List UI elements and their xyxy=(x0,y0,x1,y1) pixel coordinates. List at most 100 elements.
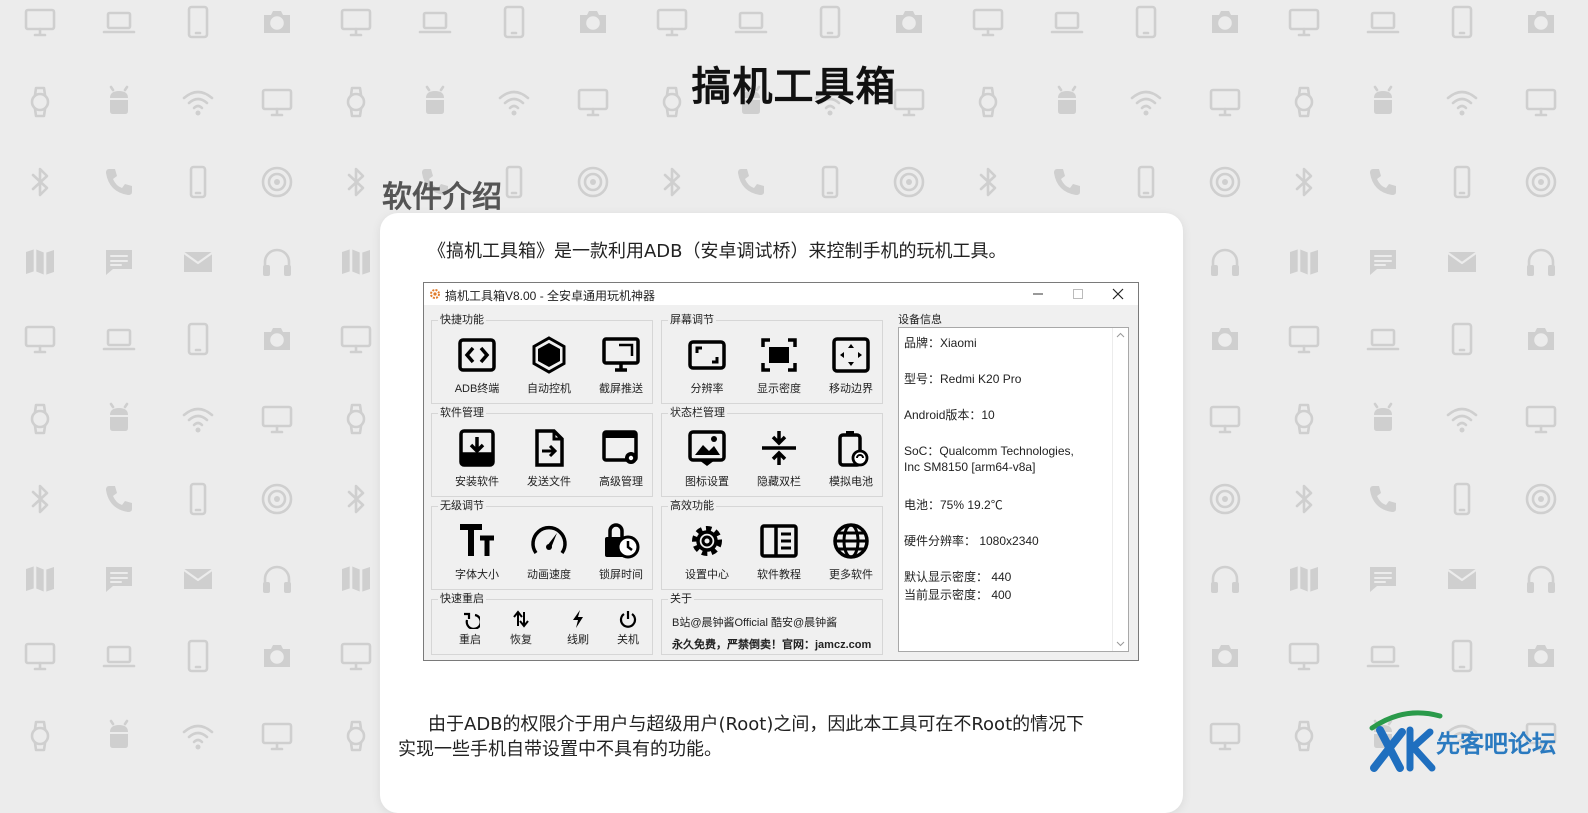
tool-label: 设置中心 xyxy=(685,569,729,581)
camera-icon xyxy=(1207,321,1243,357)
tablet-icon xyxy=(1444,4,1480,40)
tool-button-3-1[interactable]: 隐藏双栏 xyxy=(746,428,812,488)
section-title: 软件介绍 xyxy=(382,180,502,215)
tool-button-2-2[interactable]: 高级管理 xyxy=(588,428,654,488)
wifi-icon xyxy=(180,718,216,754)
group-quick-reboot: 快速重启 重启 恢复 线刷 关机 xyxy=(431,592,653,655)
tool-button-5-2[interactable]: 更多软件 xyxy=(818,521,884,581)
close-button[interactable] xyxy=(1098,283,1138,305)
reboot-label: 线刷 xyxy=(567,634,589,646)
group-label: 软件管理 xyxy=(438,406,486,420)
group-2: 软件管理安装软件 发送文件 高级管理 xyxy=(431,406,654,497)
group-4: 无级调节 字体大小 动画速度 锁屏时间 xyxy=(431,499,654,590)
tool-button-2-1[interactable]: 发送文件 xyxy=(516,428,582,488)
mobile-icon xyxy=(1444,481,1480,517)
nfc-icon xyxy=(1523,481,1559,517)
tool-label: 高级管理 xyxy=(599,476,643,488)
bluetooth-icon xyxy=(654,164,690,200)
tool-label: 隐藏双栏 xyxy=(757,476,801,488)
tablet-icon xyxy=(812,4,848,40)
headphones-icon xyxy=(1207,561,1243,597)
android-icon xyxy=(101,718,137,754)
tablet-icon xyxy=(180,4,216,40)
map-icon xyxy=(338,561,374,597)
tool-button-5-1[interactable]: 软件教程 xyxy=(746,521,812,581)
monitor-icon xyxy=(1207,401,1243,437)
install-icon xyxy=(457,428,497,468)
tool-label: 字体大小 xyxy=(455,569,499,581)
laptop-icon xyxy=(1365,321,1401,357)
body-line-2: 实现一些手机自带设置中不具有的功能。 xyxy=(398,739,722,760)
tablet-icon xyxy=(180,638,216,674)
laptop-icon xyxy=(101,638,137,674)
tool-button-0-0[interactable]: ADB终端 xyxy=(444,335,510,395)
chat-icon xyxy=(1365,561,1401,597)
bluetooth-icon xyxy=(22,164,58,200)
nfc-icon xyxy=(891,164,927,200)
device-info-scrollbar[interactable] xyxy=(1112,328,1128,651)
tool-button-3-0[interactable]: 图标设置 xyxy=(674,428,740,488)
tool-label: 分辨率 xyxy=(690,383,724,395)
camera-icon xyxy=(891,4,927,40)
collapse-icon xyxy=(759,428,799,468)
minimize-button[interactable] xyxy=(1018,283,1058,305)
monitor-icon xyxy=(1207,718,1243,754)
tool-button-2-0[interactable]: 安装软件 xyxy=(444,428,510,488)
device-battery: 电池：75% 19.2℃ xyxy=(904,498,1003,512)
laptop-icon xyxy=(1049,4,1085,40)
tool-button-5-0[interactable]: 设置中心 xyxy=(674,521,740,581)
speedometer-icon xyxy=(529,521,569,561)
device-default-density: 默认显示密度： 440 xyxy=(904,570,1012,584)
wifi-icon xyxy=(1444,401,1480,437)
device-current-density: 当前显示密度： 400 xyxy=(904,588,1012,602)
watch-icon xyxy=(22,718,58,754)
tool-button-3-2[interactable]: 模拟电池 xyxy=(818,428,884,488)
tool-button-1-0[interactable]: 分辨率 xyxy=(674,335,740,395)
camera-icon xyxy=(1523,321,1559,357)
reboot-button-1[interactable]: 恢复 xyxy=(501,609,541,649)
headphones-icon xyxy=(259,561,295,597)
tablet-icon xyxy=(496,4,532,40)
font-size-icon xyxy=(457,521,497,561)
map-icon xyxy=(1286,244,1322,280)
monitor-icon xyxy=(1523,401,1559,437)
send-file-icon xyxy=(529,428,569,468)
device-hw-resolution: 硬件分辨率： 1080x2340 xyxy=(904,534,1039,548)
mobile-icon xyxy=(1444,164,1480,200)
tool-button-4-0[interactable]: 字体大小 xyxy=(444,521,510,581)
app-gear-icon xyxy=(429,288,441,300)
phone-icon xyxy=(1365,481,1401,517)
tool-button-1-1[interactable]: 显示密度 xyxy=(746,335,812,395)
tool-label: 软件教程 xyxy=(757,569,801,581)
monitor-icon xyxy=(1286,321,1322,357)
laptop-icon xyxy=(101,321,137,357)
nfc-icon xyxy=(259,481,295,517)
page-title: 搞机工具箱 xyxy=(691,64,897,110)
watch-icon xyxy=(1286,718,1322,754)
device-info-panel[interactable]: 品牌：Xiaomi 型号：Redmi K20 Pro Android版本：10 … xyxy=(898,327,1129,652)
scroll-up-icon xyxy=(1116,332,1125,338)
maximize-button[interactable] xyxy=(1058,283,1098,305)
reboot-button-2[interactable]: 线刷 xyxy=(558,609,598,649)
device-android-version: Android版本：10 xyxy=(904,408,995,422)
tool-button-4-1[interactable]: 动画速度 xyxy=(516,521,582,581)
monitor-icon xyxy=(338,321,374,357)
mail-icon xyxy=(1444,244,1480,280)
tool-button-4-2[interactable]: 锁屏时间 xyxy=(588,521,654,581)
tool-button-1-2[interactable]: 移动边界 xyxy=(818,335,884,395)
mobile-icon xyxy=(1128,164,1164,200)
scroll-down-icon xyxy=(1116,641,1125,647)
xk-logo-icon: 先客吧论坛 xyxy=(1369,710,1556,772)
camera-icon xyxy=(259,321,295,357)
globe-icon xyxy=(831,521,871,561)
tool-button-0-1[interactable]: 自动控机 xyxy=(516,335,582,395)
laptop-icon xyxy=(1365,4,1401,40)
reboot-button-0[interactable]: 重启 xyxy=(450,609,490,649)
tool-button-0-2[interactable]: 截屏推送 xyxy=(588,335,654,395)
map-icon xyxy=(1286,561,1322,597)
group-1: 屏幕调节 分辨率 显示密度 移动边界 xyxy=(661,313,884,404)
wifi-icon xyxy=(180,401,216,437)
reboot-button-3[interactable]: 关机 xyxy=(608,609,648,649)
monitor-icon xyxy=(338,638,374,674)
group-about: 关于 B站@晨钟酱Official 酷安@晨钟酱 永久免费，严禁倒卖！官网：ja… xyxy=(661,592,883,655)
